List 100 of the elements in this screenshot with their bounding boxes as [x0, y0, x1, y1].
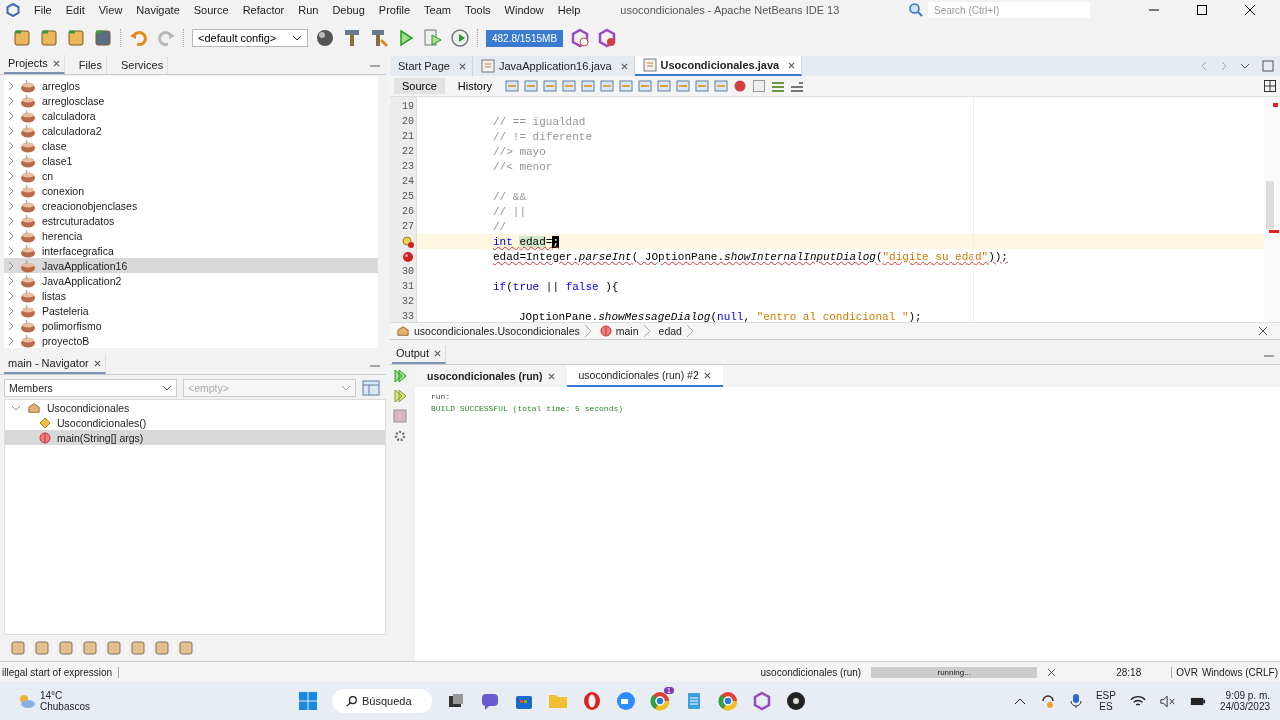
hexagon-record-icon[interactable]	[597, 28, 618, 48]
redo-icon[interactable]	[156, 28, 176, 48]
save-icon[interactable]	[93, 28, 113, 48]
memory-indicator[interactable]: 482.8/1515MB	[486, 29, 564, 47]
record-icon[interactable]	[733, 79, 748, 93]
members-dropdown[interactable]: Members	[4, 379, 177, 397]
maximize-icon[interactable]	[1196, 4, 1208, 16]
browser-icon[interactable]	[582, 691, 602, 711]
menu-item[interactable]: Team	[424, 4, 451, 16]
browser-icon[interactable]	[650, 691, 670, 711]
undo-icon[interactable]	[129, 28, 149, 48]
project-item[interactable]: arreglos	[4, 78, 378, 93]
menu-item[interactable]: Source	[193, 4, 229, 16]
debug-icon[interactable]	[423, 28, 443, 48]
settings-icon[interactable]	[393, 429, 407, 443]
project-item[interactable]: clase1	[4, 153, 378, 168]
menu-item[interactable]: Run	[298, 4, 319, 16]
error-icon[interactable]	[402, 250, 414, 263]
scroll-right-icon[interactable]	[1220, 61, 1228, 71]
profile-icon[interactable]	[450, 28, 470, 48]
member-node[interactable]: Usocondicionales()	[5, 415, 385, 430]
project-item[interactable]: calculadora2	[4, 123, 378, 138]
project-item[interactable]: JavaApplication2	[4, 273, 378, 288]
project-item[interactable]: clase	[4, 138, 378, 153]
project-item[interactable]: herencia	[4, 228, 378, 243]
taskbar-search[interactable]: Búsqueda	[332, 689, 432, 713]
panel-tab[interactable]: Projects	[4, 55, 65, 74]
hammer-broom-icon[interactable]	[369, 28, 389, 48]
video-call-icon[interactable]	[616, 691, 636, 711]
breadcrumb[interactable]: edad	[658, 324, 694, 338]
project-item[interactable]: arreglosclase	[4, 93, 378, 108]
config-dropdown[interactable]: <default config>	[192, 29, 308, 47]
class-node[interactable]: Usocondicionales	[5, 400, 385, 415]
recorder-icon[interactable]	[786, 691, 806, 711]
clock-time[interactable]: 9:09 p. m.	[1225, 690, 1270, 701]
menu-item[interactable]: Debug	[332, 4, 365, 16]
menu-item[interactable]: Refactor	[242, 4, 285, 16]
close-icon[interactable]	[1244, 4, 1256, 16]
menu-item[interactable]: Help	[557, 4, 581, 16]
menu-item[interactable]: File	[34, 4, 52, 16]
project-item[interactable]: estrcuturadatos	[4, 213, 378, 228]
chevron-up-icon[interactable]	[1013, 697, 1026, 705]
close-icon[interactable]	[703, 371, 711, 379]
warning-bulb-icon[interactable]	[402, 235, 414, 248]
scroll-left-icon[interactable]	[1200, 61, 1208, 71]
minimize-icon[interactable]	[1264, 354, 1274, 358]
uncomment-icon[interactable]	[790, 79, 805, 93]
project-item[interactable]: conexion	[4, 183, 378, 198]
rerun-icon[interactable]	[393, 369, 407, 383]
input-language[interactable]: ESP	[1095, 690, 1116, 701]
scrollbar-thumb[interactable]	[1266, 181, 1274, 229]
project-item[interactable]: listas	[4, 288, 378, 303]
menu-item[interactable]: Navigate	[136, 4, 180, 16]
close-icon[interactable]	[1047, 667, 1057, 677]
hammer-icon[interactable]	[342, 28, 362, 48]
view-tab[interactable]: Source	[394, 78, 445, 94]
search-field[interactable]: Search (Ctrl+I)	[928, 2, 1090, 18]
breadcrumb[interactable]: main	[599, 324, 651, 338]
panel-tab[interactable]: Files	[74, 57, 107, 74]
minimize-icon[interactable]	[370, 364, 380, 368]
menu-item[interactable]: View	[98, 4, 123, 16]
menu-item[interactable]: Edit	[65, 4, 85, 16]
split-icon[interactable]	[1264, 80, 1276, 92]
stop-icon[interactable]	[752, 79, 767, 93]
minimize-icon[interactable]	[370, 64, 380, 68]
microphone-icon[interactable]	[1069, 693, 1082, 709]
project-item[interactable]: interfacegrafica	[4, 243, 378, 258]
breadcrumb[interactable]: usocondicionales.Usocondicionales	[396, 324, 592, 338]
comment-icon[interactable]	[771, 79, 786, 93]
start-icon[interactable]	[298, 691, 318, 711]
clock-date[interactable]: 24/03/2023	[1219, 701, 1270, 712]
run-tab[interactable]: usocondicionales (run)	[415, 365, 567, 387]
project-item[interactable]: cn	[4, 168, 378, 183]
layout-icon[interactable]	[362, 379, 380, 397]
project-item[interactable]: polimorfismo	[4, 318, 378, 333]
menu-item[interactable]: Profile	[378, 4, 410, 16]
project-item[interactable]: JavaApplication16	[4, 258, 378, 273]
battery-icon[interactable]	[1189, 695, 1206, 707]
view-tab[interactable]: History	[449, 78, 501, 94]
dropdown-icon[interactable]	[1240, 62, 1250, 70]
project-item[interactable]: proyectoB	[4, 333, 378, 348]
member-node[interactable]: main(String[] args)	[5, 430, 385, 445]
sync-icon[interactable]	[1039, 693, 1056, 709]
wifi-icon[interactable]	[1129, 694, 1146, 708]
menu-item[interactable]: Tools	[464, 4, 491, 16]
run-tab[interactable]: usocondicionales (run) #2	[566, 365, 723, 387]
close-icon[interactable]	[1258, 326, 1268, 336]
keyboard-layout[interactable]: ES	[1099, 701, 1113, 712]
rerun-icon[interactable]	[393, 389, 407, 403]
project-item[interactable]: calculadora	[4, 108, 378, 123]
close-icon[interactable]	[547, 372, 555, 380]
panel-tab[interactable]: main - Navigator	[4, 355, 106, 374]
search-icon[interactable]	[908, 2, 924, 18]
hexagon-clock-icon[interactable]	[570, 28, 591, 48]
close-icon[interactable]	[788, 61, 796, 69]
menu-item[interactable]: Window	[504, 4, 544, 16]
editor-tab[interactable]: Usocondicionales.java	[634, 56, 803, 76]
panel-tab[interactable]: Services	[117, 57, 169, 74]
browser-icon[interactable]	[718, 691, 738, 711]
project-item[interactable]: Pasteleria	[4, 303, 378, 318]
